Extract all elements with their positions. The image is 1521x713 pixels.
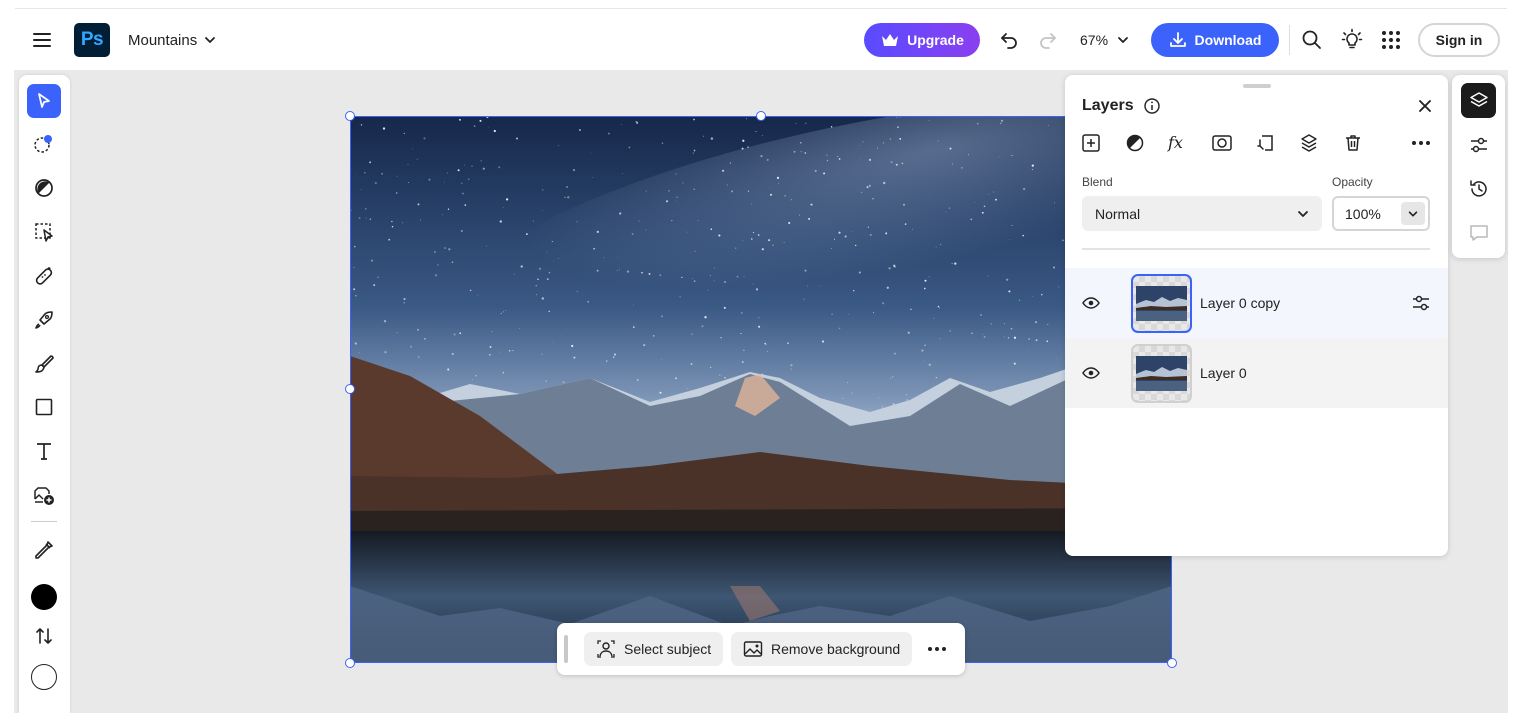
sign-in-button[interactable]: Sign in	[1418, 23, 1500, 57]
swap-colors-icon[interactable]	[27, 619, 61, 653]
upgrade-label: Upgrade	[907, 32, 964, 48]
layer-row[interactable]: Layer 0 copy	[1065, 268, 1448, 338]
layer-properties-icon[interactable]	[1411, 293, 1431, 313]
brush-tool-icon[interactable]	[27, 347, 61, 381]
transform-handle-top-left[interactable]	[345, 111, 355, 121]
panel-divider	[1082, 248, 1430, 250]
trash-icon[interactable]	[1341, 131, 1365, 155]
toolbar-divider	[31, 521, 57, 522]
more-options-icon[interactable]	[1409, 131, 1433, 155]
crown-icon	[880, 32, 900, 48]
history-icon[interactable]	[1461, 171, 1496, 206]
blend-mode-value: Normal	[1095, 205, 1141, 222]
chevron-down-icon	[1116, 33, 1130, 47]
select-tool-icon[interactable]	[27, 84, 61, 118]
transform-handle-bottom-right[interactable]	[1167, 658, 1177, 668]
panel-drag-handle[interactable]	[1243, 84, 1271, 88]
select-subject-icon	[596, 639, 616, 659]
document-title: Mountains	[128, 31, 198, 49]
blend-mode-select[interactable]: Normal	[1082, 196, 1322, 231]
info-icon[interactable]	[1143, 97, 1161, 115]
layer-row[interactable]: Layer 0	[1065, 338, 1448, 408]
layer-name: Layer 0	[1200, 365, 1247, 381]
zoom-dropdown[interactable]: 67%	[1080, 29, 1130, 51]
download-label: Download	[1194, 32, 1262, 48]
layer-thumbnail	[1131, 274, 1192, 333]
add-layer-icon[interactable]	[1079, 131, 1103, 155]
image-icon	[743, 640, 763, 658]
zoom-level: 67%	[1080, 32, 1109, 48]
tools-panel	[19, 75, 70, 713]
select-subject-button[interactable]: Select subject	[584, 632, 724, 666]
transform-handle-middle-left[interactable]	[345, 384, 355, 394]
layers-panel: Layers fx Blend Opacity Normal 100% Laye…	[1065, 75, 1448, 556]
undo-icon[interactable]	[996, 27, 1022, 53]
layer-name: Layer 0 copy	[1200, 295, 1281, 311]
right-rail	[1452, 75, 1505, 258]
layers-icon[interactable]	[1461, 83, 1496, 118]
contextual-task-bar: Select subject Remove background	[557, 623, 965, 675]
rectangle-shape-tool-icon[interactable]	[27, 390, 61, 424]
transform-handle-top-center[interactable]	[756, 111, 766, 121]
comments-icon[interactable]	[1461, 215, 1496, 250]
foreground-color-swatch[interactable]	[31, 584, 57, 610]
chevron-down-icon	[203, 33, 217, 47]
blend-label: Blend	[1082, 175, 1113, 189]
canvas-image[interactable]	[350, 116, 1172, 663]
adjustments-icon[interactable]	[1461, 127, 1496, 162]
search-icon[interactable]	[1299, 27, 1325, 53]
fx-icon[interactable]: fx	[1166, 131, 1190, 155]
adjustment-layer-icon[interactable]	[1123, 131, 1147, 155]
clip-layer-icon[interactable]	[1254, 131, 1278, 155]
quick-select-tool-icon[interactable]	[27, 127, 61, 161]
lightbulb-icon[interactable]	[1339, 27, 1365, 53]
object-select-tool-icon[interactable]	[27, 215, 61, 249]
adjustment-brush-tool-icon[interactable]	[27, 171, 61, 205]
add-image-tool-icon[interactable]	[27, 478, 61, 512]
panel-title: Layers	[1082, 97, 1134, 114]
chevron-down-icon[interactable]	[1401, 202, 1425, 225]
layer-thumbnail	[1131, 344, 1192, 403]
close-icon[interactable]	[1415, 96, 1435, 116]
upgrade-button[interactable]: Upgrade	[864, 23, 980, 57]
opacity-value: 100%	[1345, 205, 1381, 222]
transform-handle-bottom-left[interactable]	[345, 658, 355, 668]
apps-grid-icon[interactable]	[1378, 27, 1404, 53]
photoshop-logo: Ps	[74, 23, 110, 57]
download-button[interactable]: Download	[1151, 23, 1279, 57]
download-icon	[1169, 31, 1187, 49]
eye-visibility-icon[interactable]	[1082, 365, 1100, 381]
document-title-dropdown[interactable]: Mountains	[128, 29, 217, 51]
svg-text:fx: fx	[1167, 133, 1183, 152]
generative-fill-tool-icon[interactable]	[27, 303, 61, 337]
hamburger-menu-icon[interactable]	[31, 30, 53, 50]
select-subject-label: Select subject	[624, 641, 712, 657]
taskbar-drag-grip[interactable]	[564, 635, 568, 663]
background-color-swatch[interactable]	[31, 664, 57, 690]
remove-background-label: Remove background	[771, 641, 901, 657]
app-header: Ps Mountains Upgrade 67% Download Sign i…	[0, 9, 1521, 70]
remove-background-button[interactable]: Remove background	[731, 632, 913, 666]
eye-visibility-icon[interactable]	[1082, 295, 1100, 311]
mask-icon[interactable]	[1210, 131, 1234, 155]
type-tool-icon[interactable]	[27, 434, 61, 468]
opacity-field[interactable]: 100%	[1332, 196, 1430, 231]
opacity-label: Opacity	[1332, 175, 1373, 189]
header-divider	[1289, 25, 1290, 55]
spot-heal-tool-icon[interactable]	[27, 259, 61, 293]
stack-layers-icon[interactable]	[1297, 131, 1321, 155]
eyedropper-tool-icon[interactable]	[27, 533, 61, 567]
redo-icon[interactable]	[1035, 27, 1061, 53]
chevron-down-icon	[1296, 207, 1310, 221]
more-options-icon[interactable]	[923, 637, 951, 661]
